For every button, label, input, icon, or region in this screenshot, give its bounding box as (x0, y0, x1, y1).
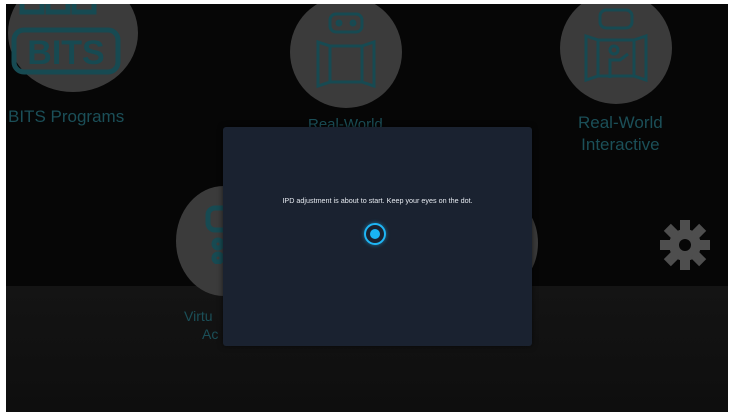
tile-label: Real-World Interactive (578, 112, 663, 156)
tile-real-world-interactive[interactable]: Real-World Interactive (556, 4, 686, 164)
tile-label-line1: Real-World (578, 113, 663, 132)
tile-real-world[interactable]: Real-World (286, 4, 406, 134)
target-dot-icon (364, 223, 386, 245)
ipd-adjustment-dialog: IPD adjustment is about to start. Keep y… (223, 127, 532, 346)
vr-interactive-icon (584, 8, 648, 83)
vr-home-screen: BITS BITS Programs Real-World Real-World… (6, 4, 728, 412)
gear-icon[interactable] (658, 218, 712, 272)
vr-headset-panorama-icon (316, 12, 376, 89)
tile-label-2: Ac (202, 326, 219, 342)
tile-label-line2: Interactive (581, 135, 660, 154)
target-dot-core (370, 229, 380, 239)
bits-logo-text: BITS (27, 34, 104, 72)
tile-label: BITS Programs (8, 107, 125, 126)
tile-bits-programs[interactable]: BITS BITS Programs (6, 4, 146, 134)
dialog-message: IPD adjustment is about to start. Keep y… (282, 196, 473, 205)
bits-logo-icon: BITS (11, 4, 121, 75)
